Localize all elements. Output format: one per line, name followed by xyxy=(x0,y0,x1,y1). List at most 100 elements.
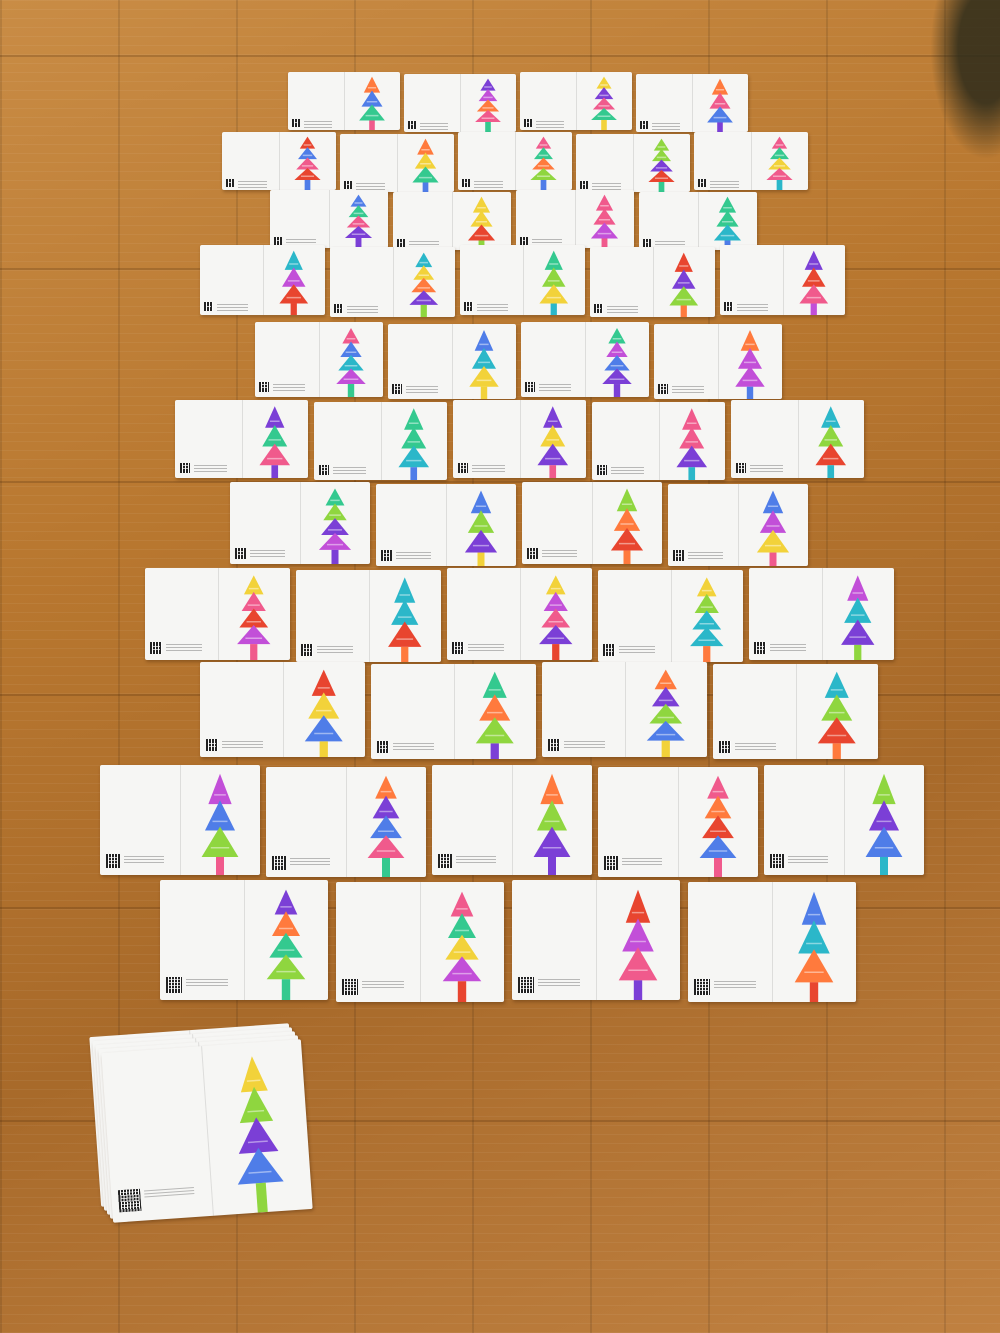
tree-tier xyxy=(282,267,306,287)
tree-tier xyxy=(479,694,511,721)
tree-tier xyxy=(799,284,829,304)
christmas-card xyxy=(521,322,649,397)
tree-tier xyxy=(606,341,628,358)
christmas-card xyxy=(520,72,632,130)
tree-illustration xyxy=(690,577,724,662)
christmas-card xyxy=(447,568,592,660)
tree-tier xyxy=(801,891,827,925)
tree-illustration xyxy=(756,490,790,566)
tree-tier xyxy=(613,508,641,531)
tree-tier xyxy=(296,157,319,170)
tree-tier xyxy=(762,490,784,514)
tree-tier xyxy=(398,445,430,468)
tree-tier xyxy=(596,76,612,89)
tree-illustration xyxy=(618,889,658,1000)
tree-tier xyxy=(447,913,477,939)
tree-tier xyxy=(718,196,737,213)
tree-tier xyxy=(375,775,397,799)
tree-illustration xyxy=(475,671,514,759)
tree-trunk xyxy=(382,857,390,877)
tree-trunk xyxy=(809,982,819,1002)
tree-trunk xyxy=(827,465,835,478)
tree-tier xyxy=(464,529,498,553)
tree-tier xyxy=(361,90,383,107)
christmas-card xyxy=(576,134,690,192)
tree-tier xyxy=(872,773,896,805)
tree-trunk xyxy=(880,856,888,875)
tree-tier xyxy=(536,800,568,831)
tree-illustration xyxy=(817,671,856,759)
christmas-card xyxy=(512,880,680,1000)
tree-tier xyxy=(409,290,439,305)
tree-tier xyxy=(412,166,439,183)
christmas-card xyxy=(460,245,585,315)
tree-illustration xyxy=(259,406,291,478)
tree-tier xyxy=(274,889,298,915)
tree-tier xyxy=(593,208,616,225)
tree-trunk xyxy=(658,181,665,192)
tree-tier xyxy=(472,196,491,213)
tree-trunk xyxy=(420,304,427,317)
tree-tier xyxy=(735,366,765,387)
tree-trunk xyxy=(549,465,557,478)
tree-tier xyxy=(844,597,872,623)
tree-tier xyxy=(590,222,619,239)
tree-tier xyxy=(367,835,405,858)
tree-illustration xyxy=(530,136,557,190)
tree-tier xyxy=(865,826,903,857)
tree-tier xyxy=(740,330,760,351)
tree-trunk xyxy=(854,644,862,660)
tree-trunk xyxy=(290,303,297,315)
christmas-card xyxy=(598,767,758,877)
tree-tier xyxy=(533,826,571,857)
tree-tier xyxy=(821,406,841,428)
tree-tier xyxy=(696,577,717,597)
tree-tier xyxy=(595,194,614,211)
tree-tier xyxy=(467,224,496,241)
tree-tier xyxy=(404,408,424,430)
tree-tier xyxy=(824,671,849,698)
tree-tier xyxy=(241,591,266,611)
tree-illustration xyxy=(799,250,829,315)
tree-tier xyxy=(759,510,787,533)
christmas-card xyxy=(230,482,370,564)
tree-tier xyxy=(467,510,495,533)
christmas-card xyxy=(100,765,260,875)
tree-tier xyxy=(539,625,573,645)
christmas-card xyxy=(453,400,586,478)
tree-illustration xyxy=(610,488,644,564)
tree-tier xyxy=(702,815,734,839)
tree-tier xyxy=(651,686,680,707)
christmas-card xyxy=(668,484,808,566)
tree-tier xyxy=(604,355,630,371)
tree-tier xyxy=(651,149,672,162)
tree-tier xyxy=(713,224,742,241)
tree-illustration xyxy=(201,773,239,875)
tree-tier xyxy=(297,147,318,160)
tree-tier xyxy=(618,947,658,981)
tree-tier xyxy=(821,694,853,721)
christmas-card xyxy=(720,245,845,315)
tree-illustration xyxy=(398,408,430,480)
tree-trunk xyxy=(250,644,258,660)
tree-tier xyxy=(817,717,856,744)
tree-illustration xyxy=(336,328,366,397)
tree-illustration xyxy=(318,488,352,564)
tree-illustration xyxy=(707,78,733,132)
tree-tier xyxy=(476,99,500,112)
tree-tier xyxy=(442,956,482,982)
tree-tier xyxy=(348,205,369,218)
tree-tier xyxy=(445,934,479,960)
tree-tier xyxy=(413,265,435,280)
tree-tier xyxy=(471,348,497,369)
christmas-card xyxy=(296,570,441,662)
tree-tier xyxy=(711,78,729,95)
tree-tier xyxy=(768,157,791,170)
tree-illustration xyxy=(699,775,737,877)
tree-tier xyxy=(709,92,731,109)
tree-trunk xyxy=(255,1182,268,1214)
tree-illustration xyxy=(676,408,708,480)
tree-illustration xyxy=(735,330,765,399)
tree-tier xyxy=(338,355,364,371)
christmas-card xyxy=(175,400,308,478)
